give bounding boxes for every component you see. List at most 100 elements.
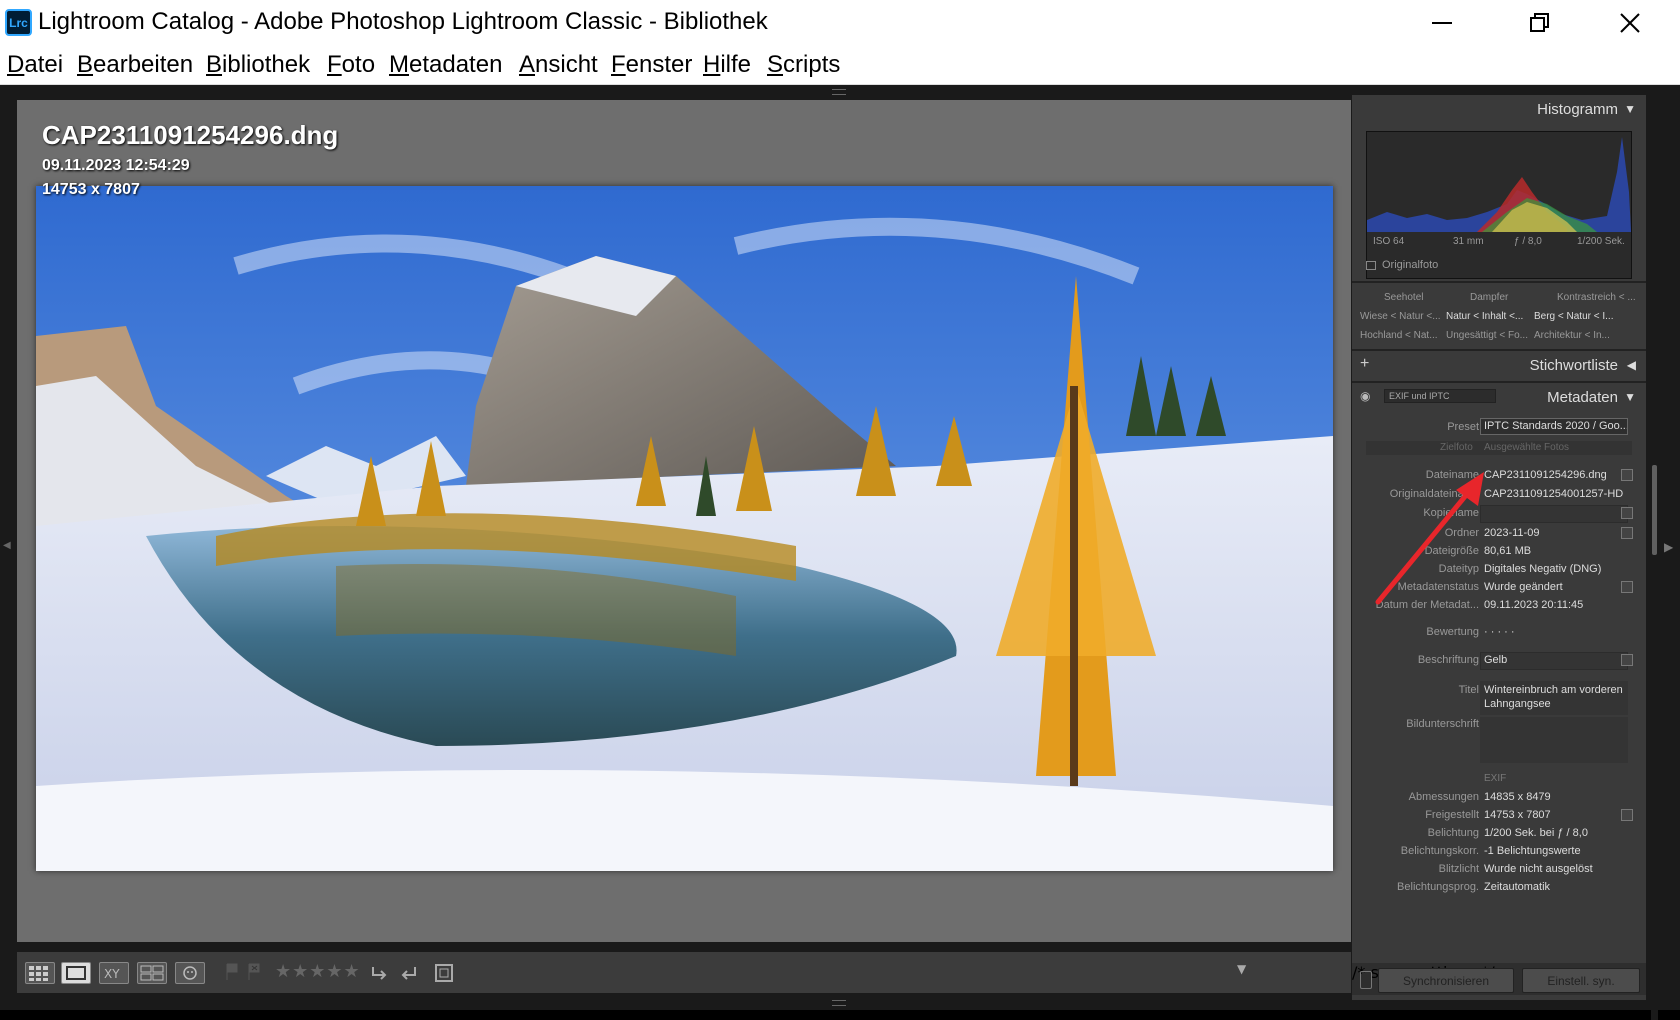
photo-info-overlay: CAP2311091254296.dng 09.11.2023 12:54:29…	[42, 120, 338, 199]
arrow-icon[interactable]	[1621, 654, 1633, 666]
compare-view-icon: XY	[104, 967, 120, 981]
restore-button[interactable]	[1508, 0, 1572, 45]
histogram-title: Histogramm	[1537, 101, 1618, 118]
exif-row: Belichtungskorr. -1 Belichtungswerte	[1352, 845, 1646, 863]
metadata-view-select[interactable]: EXIF und IPTC	[1384, 389, 1496, 403]
window-title: Lightroom Catalog - Adobe Photoshop Ligh…	[38, 8, 768, 35]
sync-settings-button[interactable]: Einstell. syn.	[1522, 968, 1640, 993]
field-label: Abmessungen	[1408, 791, 1479, 803]
arrow-icon[interactable]	[1621, 527, 1633, 539]
menu-bar: Datei Bearbeiten Bibliothek Foto Metadat…	[0, 45, 1680, 85]
eye-icon[interactable]: ◉	[1360, 389, 1370, 403]
flag-reject-icon[interactable]	[247, 963, 261, 981]
keyword-list-title: Stichwortliste	[1529, 357, 1618, 374]
keyword-cell[interactable]: Ungesättigt < Fo...	[1446, 330, 1534, 341]
target-photo-tabs: Zielfoto Ausgewählte Fotos	[1366, 441, 1632, 455]
original-photo-toggle[interactable]: Originalfoto	[1366, 259, 1438, 271]
title-bar: Lrc Lightroom Catalog - Adobe Photoshop …	[0, 0, 1680, 45]
panel-scrollbar[interactable]	[1651, 170, 1658, 1020]
grid-view-button[interactable]	[25, 962, 55, 984]
exif-row: Belichtung 1/200 Sek. bei ƒ / 8,0	[1352, 827, 1646, 845]
survey-view-icon	[140, 965, 164, 981]
add-keyword-plus-icon[interactable]: +	[1360, 355, 1369, 373]
sync-switch-icon[interactable]	[1360, 971, 1372, 989]
filmstrip-grip-icon[interactable]	[832, 1000, 846, 1006]
lightroom-logo-icon: Lrc	[5, 9, 32, 36]
rating-dots[interactable]: · · · · ·	[1484, 626, 1624, 638]
keyword-cell[interactable]: Hochland < Nat...	[1360, 330, 1448, 341]
exposure-bias-value: -1 Belichtungswerte	[1484, 845, 1581, 857]
field-label: Belichtung	[1427, 827, 1479, 839]
keyword-cell[interactable]: Wiese < Natur <...	[1360, 311, 1448, 322]
keyword-cell[interactable]: Architektur < In...	[1534, 330, 1622, 341]
survey-view-button[interactable]	[137, 962, 167, 984]
preset-row: Preset IPTC Standards 2020 / Goo...	[1352, 418, 1646, 439]
menu-fenster[interactable]: Fenster	[611, 51, 692, 79]
bottom-toolbar: XY ★★★★★ ▼	[17, 952, 1351, 993]
divider	[1352, 281, 1646, 283]
main-photo[interactable]	[36, 186, 1333, 871]
aperture-value: ƒ / 8,0	[1514, 236, 1542, 247]
title-value-line2: Lahngangsee	[1484, 698, 1551, 710]
landscape-photo-image	[36, 186, 1333, 871]
arrow-icon[interactable]	[1621, 809, 1633, 821]
minimize-button[interactable]	[1410, 0, 1474, 45]
face-icon	[183, 966, 197, 980]
exposure-program-value: Zeitautomatik	[1484, 881, 1551, 893]
rating-stars[interactable]: ★★★★★	[275, 961, 361, 982]
compare-view-button[interactable]: XY	[99, 962, 129, 984]
keyword-cell[interactable]: Seehotel	[1384, 292, 1472, 303]
menu-foto[interactable]: Foto	[327, 51, 375, 79]
loupe-view-button[interactable]	[61, 962, 91, 984]
top-panel-grip-icon[interactable]	[832, 89, 846, 95]
keyword-cell[interactable]: Natur < Inhalt <...	[1446, 311, 1534, 322]
flag-pick-icon[interactable]	[225, 963, 239, 981]
sync-button[interactable]: Synchronisieren	[1378, 968, 1514, 993]
list-icon[interactable]	[1621, 581, 1633, 593]
rotate-right-icon[interactable]	[397, 961, 419, 983]
list-icon[interactable]	[1621, 469, 1633, 481]
preset-select[interactable]: IPTC Standards 2020 / Goo...	[1480, 418, 1628, 435]
close-button[interactable]	[1598, 0, 1662, 45]
dimensions-value: 14835 x 8479	[1484, 791, 1551, 803]
menu-bearbeiten[interactable]: Bearbeiten	[77, 51, 193, 79]
crop-overlay-icon[interactable]	[431, 960, 457, 986]
sync-bar: Synchronisieren /* sync settings */ Eins…	[1352, 963, 1646, 995]
right-panel-toggle-icon[interactable]: ▶	[1664, 540, 1673, 554]
close-icon	[1620, 12, 1640, 33]
menu-scripts[interactable]: Scripts	[767, 51, 840, 79]
grid-view-icon	[29, 966, 48, 981]
tab-target-photo[interactable]: Zielfoto	[1440, 442, 1473, 453]
panel-scrollbar-thumb[interactable]	[1652, 465, 1657, 555]
exif-row: Freigestellt 14753 x 7807	[1352, 809, 1646, 827]
tab-selected-photos[interactable]: Ausgewählte Fotos	[1484, 442, 1569, 453]
iso-value: ISO 64	[1373, 236, 1405, 247]
exposure-value: 1/200 Sek. bei ƒ / 8,0	[1484, 827, 1588, 839]
title-value-line1: Wintereinbruch am vorderen	[1484, 684, 1623, 696]
left-panel-toggle-icon[interactable]: ◀	[3, 540, 11, 551]
photo-filename: CAP2311091254296.dng	[42, 120, 339, 150]
keyword-list-header[interactable]: + Stichwortliste ◀	[1352, 349, 1646, 379]
field-label: Blitzlicht	[1438, 863, 1479, 875]
menu-bibliothek[interactable]: Bibliothek	[206, 51, 310, 79]
flash-value: Wurde nicht ausgelöst	[1484, 863, 1593, 875]
histogram-chart[interactable]: ISO 64 31 mm ƒ / 8,0 1/200 Sek.	[1366, 131, 1632, 279]
menu-datei[interactable]: Datei	[7, 51, 63, 79]
keyword-cell[interactable]: Dampfer	[1470, 292, 1558, 303]
menu-hilfe[interactable]: Hilfe	[703, 51, 751, 79]
toolbar-options-chevron-down-icon[interactable]: ▼	[1237, 962, 1246, 976]
keyword-cell[interactable]: Berg < Natur < I...	[1534, 311, 1622, 322]
rotate-left-icon[interactable]	[369, 961, 391, 983]
shutter-value: 1/200 Sek.	[1577, 236, 1625, 247]
histogram-header[interactable]: Histogramm ▼	[1352, 95, 1646, 125]
collapse-triangle-icon: ▼	[1624, 102, 1636, 116]
menu-ansicht[interactable]: Ansicht	[519, 51, 598, 79]
menu-metadaten[interactable]: Metadaten	[389, 51, 502, 79]
histogram-graph	[1367, 137, 1631, 232]
people-view-button[interactable]	[175, 962, 205, 984]
restore-icon	[1530, 12, 1549, 32]
keyword-cell[interactable]: Kontrastreich < ...	[1557, 292, 1645, 303]
arrow-icon[interactable]	[1621, 507, 1633, 519]
metadata-header[interactable]: ◉ EXIF und IPTC Metadaten ▼	[1352, 381, 1646, 411]
metadata-row: Lahngangsee	[1352, 698, 1646, 716]
